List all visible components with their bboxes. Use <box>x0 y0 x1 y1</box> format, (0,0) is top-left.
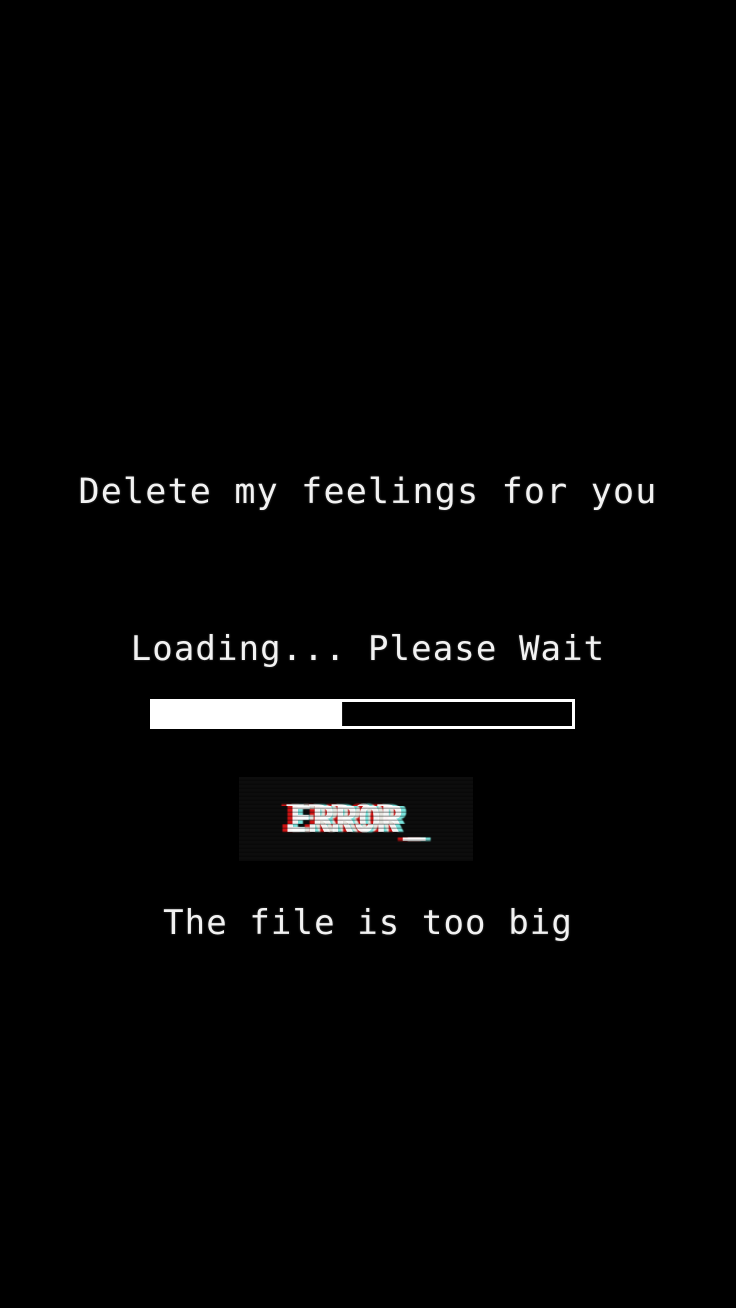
error-banner: ERROR_ ERROR_ ERROR_ ERROR_ ERROR_ ERROR… <box>239 777 473 861</box>
error-detail-text: The file is too big <box>163 903 573 943</box>
page-title: Delete my feelings for you <box>78 472 658 512</box>
error-text-white-channel: ERROR_ <box>240 836 473 861</box>
progress-bar <box>150 699 575 729</box>
glitch-slice: ERROR_ ERROR_ ERROR_ <box>239 824 473 836</box>
glitch-slice: ERROR_ ERROR_ ERROR_ <box>239 836 473 861</box>
glitch-slice: ERROR_ ERROR_ ERROR_ <box>239 793 473 806</box>
progress-bar-fill <box>153 702 342 726</box>
error-text-white-channel: ERROR_ <box>239 793 469 806</box>
glitch-slice: ERROR_ ERROR_ ERROR_ <box>239 806 473 824</box>
error-text-white-channel: ERROR_ <box>239 824 470 836</box>
loading-status-text: Loading... Please Wait <box>130 629 606 669</box>
error-text-white-channel: ERROR_ <box>242 777 473 793</box>
glitch-slice: ERROR_ ERROR_ ERROR_ <box>239 777 473 793</box>
error-glitch-text: ERROR_ ERROR_ ERROR_ ERROR_ ERROR_ ERROR… <box>239 777 473 861</box>
error-screen: Delete my feelings for you Loading... Pl… <box>0 0 736 1308</box>
error-text-white-channel: ERROR_ <box>241 806 473 824</box>
